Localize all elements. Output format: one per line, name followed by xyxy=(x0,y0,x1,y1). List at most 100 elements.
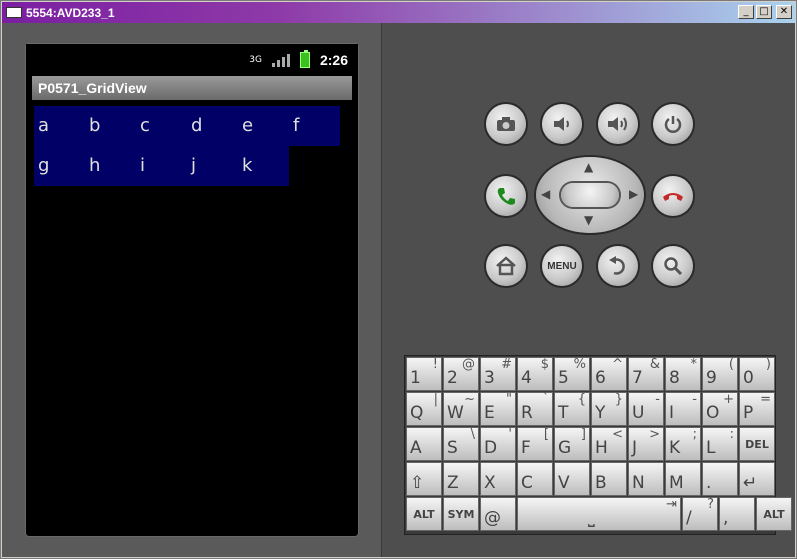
key-sub-label: - xyxy=(692,392,697,407)
dpad-right-icon[interactable]: ▶ xyxy=(629,187,638,201)
key-enter[interactable]: ↵ xyxy=(739,462,775,496)
key-b[interactable]: B xyxy=(591,462,627,496)
key-9[interactable]: 9( xyxy=(702,357,738,391)
key-sub-label: $ xyxy=(540,357,549,372)
key-3[interactable]: 3 # xyxy=(480,357,516,391)
key-a[interactable]: A xyxy=(406,427,442,461)
key-p[interactable]: P = xyxy=(739,392,775,426)
key-g[interactable]: G] xyxy=(554,427,590,461)
key-period[interactable]: . xyxy=(702,462,738,496)
dpad-down-icon[interactable]: ▼ xyxy=(584,213,593,227)
menu-button[interactable]: MENU xyxy=(542,246,582,286)
camera-button[interactable] xyxy=(486,104,526,144)
clock: 2:26 xyxy=(319,52,348,68)
key-delete[interactable]: DEL xyxy=(739,427,775,461)
key-6[interactable]: 6 ^ xyxy=(591,357,627,391)
key-l[interactable]: L: xyxy=(702,427,738,461)
key-4[interactable]: 4 $ xyxy=(517,357,553,391)
key-0[interactable]: 0) xyxy=(739,357,775,391)
key-main-label: @ xyxy=(484,508,501,528)
dpad[interactable]: ▲ ▼ ◀ ▶ xyxy=(536,157,644,233)
grid-item[interactable]: d xyxy=(187,106,238,146)
power-button[interactable] xyxy=(653,104,693,144)
key-at[interactable]: @ xyxy=(480,497,516,531)
key-sub-label: = xyxy=(760,392,771,407)
key-main-label: A xyxy=(410,438,422,458)
grid-item[interactable]: f xyxy=(289,106,340,146)
key-7[interactable]: 7 & xyxy=(628,357,664,391)
grid-item[interactable]: g xyxy=(34,146,85,186)
key-sym[interactable]: SYM xyxy=(443,497,479,531)
key-sub-label: " xyxy=(506,392,512,407)
key-sub-label: ~ xyxy=(464,392,475,407)
key-sub-label: @ xyxy=(462,357,475,372)
key-slash[interactable]: /? xyxy=(682,497,718,531)
key-main-label: O xyxy=(706,403,720,423)
key-c[interactable]: C xyxy=(517,462,553,496)
status-icons: 3G 2:26 xyxy=(249,50,348,68)
home-button[interactable] xyxy=(486,246,526,286)
close-button[interactable]: ✕ xyxy=(776,5,792,19)
back-button[interactable] xyxy=(598,246,638,286)
volume-up-button[interactable] xyxy=(598,104,638,144)
grid-item[interactable]: h xyxy=(85,146,136,186)
key-k[interactable]: K; xyxy=(665,427,701,461)
end-call-button[interactable] xyxy=(653,176,693,216)
search-button[interactable] xyxy=(653,246,693,286)
key-h[interactable]: H < xyxy=(591,427,627,461)
key-m[interactable]: M xyxy=(665,462,701,496)
grid-item[interactable]: a xyxy=(34,106,85,146)
key-main-label: DEL xyxy=(745,438,769,451)
key-r[interactable]: R ` xyxy=(517,392,553,426)
key-sub-label: \ xyxy=(470,427,475,442)
grid-item[interactable]: c xyxy=(136,106,187,146)
key-x[interactable]: X xyxy=(480,462,516,496)
key-v[interactable]: V xyxy=(554,462,590,496)
key-comma[interactable]: , xyxy=(719,497,755,531)
dpad-left-icon[interactable]: ◀ xyxy=(541,187,550,201)
key-s[interactable]: S \ xyxy=(443,427,479,461)
grid-item[interactable]: j xyxy=(187,146,238,186)
dpad-center-button[interactable] xyxy=(561,183,619,207)
key-alt-left[interactable]: ALT xyxy=(406,497,442,531)
dpad-up-icon[interactable]: ▲ xyxy=(584,160,593,174)
key-u[interactable]: U- xyxy=(628,392,664,426)
key-f[interactable]: F[ xyxy=(517,427,553,461)
key-main-label: ALT xyxy=(763,508,785,521)
device-screen-area: 3G 2:26 P0571_GridView a b c d e f g h i… xyxy=(2,23,382,557)
key-q[interactable]: Q | xyxy=(406,392,442,426)
key-n[interactable]: N xyxy=(628,462,664,496)
device-screen[interactable]: 3G 2:26 P0571_GridView a b c d e f g h i… xyxy=(25,43,359,537)
key-w[interactable]: W ~ xyxy=(443,392,479,426)
maximize-button[interactable]: □ xyxy=(756,5,772,19)
grid-item[interactable]: e xyxy=(238,106,289,146)
key-i[interactable]: I- xyxy=(665,392,701,426)
grid-row: a b c d e f xyxy=(34,106,342,146)
key-e[interactable]: E " xyxy=(480,392,516,426)
signal-icon xyxy=(271,53,290,67)
keyboard-row-qwerty: Q | W ~ E " R ` T{ Y} U- I- O + P = xyxy=(406,392,776,427)
key-t[interactable]: T{ xyxy=(554,392,590,426)
key-shift[interactable]: ⇧ xyxy=(406,462,442,496)
call-button[interactable] xyxy=(486,176,526,216)
grid-item[interactable]: b xyxy=(85,106,136,146)
key-5[interactable]: 5% xyxy=(554,357,590,391)
grid-item[interactable]: i xyxy=(136,146,187,186)
key-8[interactable]: 8 * xyxy=(665,357,701,391)
key-space[interactable]: ⎵ ⇥ xyxy=(517,497,681,531)
key-y[interactable]: Y} xyxy=(591,392,627,426)
key-main-label: N xyxy=(632,473,645,493)
minimize-button[interactable]: _ xyxy=(738,5,754,19)
search-icon xyxy=(664,257,683,276)
volume-down-button[interactable] xyxy=(542,104,582,144)
key-2[interactable]: 2 @ xyxy=(443,357,479,391)
key-o[interactable]: O + xyxy=(702,392,738,426)
key-j[interactable]: J > xyxy=(628,427,664,461)
key-main-label: / xyxy=(686,508,692,528)
key-1[interactable]: 1! xyxy=(406,357,442,391)
key-alt-right[interactable]: ALT xyxy=(756,497,792,531)
key-sub-label: + xyxy=(723,392,734,407)
key-d[interactable]: D ' xyxy=(480,427,516,461)
grid-item[interactable]: k xyxy=(238,146,289,186)
key-z[interactable]: Z xyxy=(443,462,479,496)
